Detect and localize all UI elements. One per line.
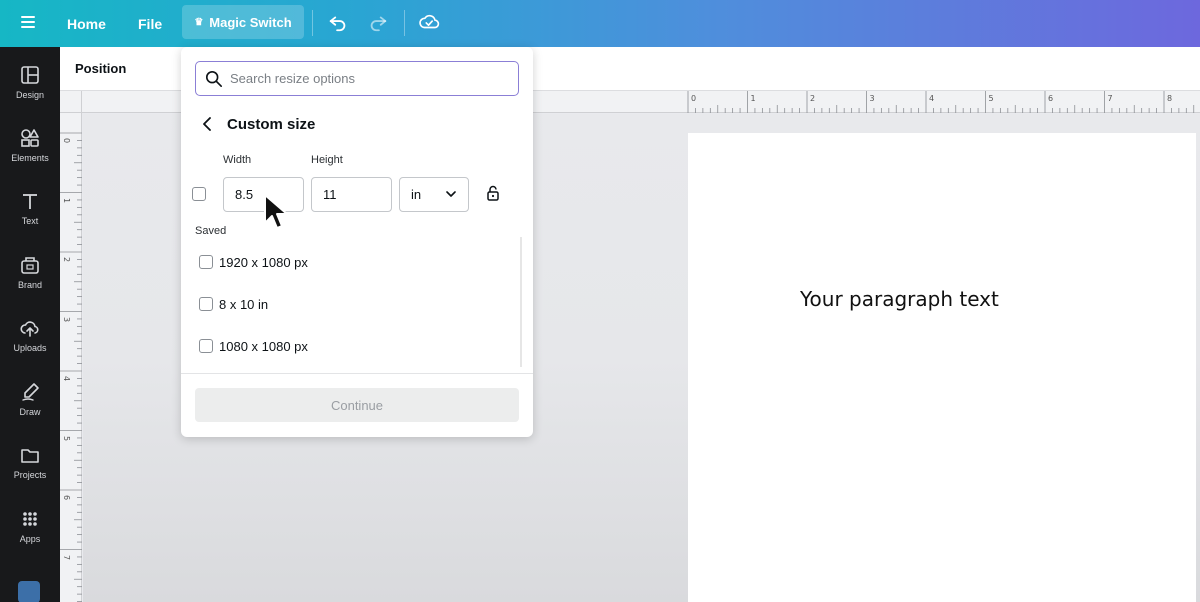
sidebar-item-label: Projects [13, 470, 47, 480]
brand-icon [21, 257, 39, 274]
top-bar: Home File ♛ Magic Switch [0, 0, 1200, 47]
chevron-down-icon [446, 191, 456, 197]
ruler-number: 5 [988, 94, 994, 103]
sidebar-item-apps[interactable]: Apps [0, 505, 60, 555]
menu-icon[interactable] [18, 13, 38, 33]
panel-scrollbar[interactable] [520, 237, 522, 367]
redo-icon[interactable] [367, 11, 389, 33]
search-icon [205, 70, 223, 88]
file-menu-button[interactable]: File [138, 0, 162, 47]
ruler-number: 6 [1048, 94, 1054, 103]
toolbar-divider [404, 10, 405, 36]
apps-grid-icon [23, 512, 37, 526]
paragraph-text[interactable]: Your paragraph text [800, 287, 999, 311]
saved-size-item[interactable]: 1080 x 1080 px [219, 339, 308, 354]
ruler-number: 0 [62, 137, 72, 144]
layers-app-icon[interactable] [18, 581, 40, 602]
left-sidebar: Design Elements Text Brand Uploads Draw … [0, 47, 60, 602]
sidebar-item-brand[interactable]: Brand [0, 251, 60, 301]
folder-icon [21, 449, 39, 463]
saved-checkbox[interactable] [199, 339, 213, 353]
ruler-number: 6 [62, 494, 72, 501]
shapes-icon [21, 129, 39, 147]
sidebar-item-label: Uploads [13, 343, 47, 353]
magic-switch-label: Magic Switch [209, 14, 292, 30]
unit-select[interactable]: in [399, 177, 469, 212]
custom-size-checkbox[interactable] [192, 187, 206, 201]
sidebar-item-text[interactable]: Text [0, 187, 60, 237]
panel-title: Custom size [227, 116, 316, 133]
ruler-number: 4 [62, 375, 72, 382]
ruler-number: 8 [1167, 94, 1173, 103]
saved-size-item[interactable]: 1920 x 1080 px [219, 255, 308, 270]
height-input[interactable]: 11 [311, 177, 392, 212]
ruler-number: 3 [62, 316, 72, 322]
saved-checkbox[interactable] [199, 255, 213, 269]
sidebar-item-projects[interactable]: Projects [0, 441, 60, 491]
upload-cloud-icon [20, 321, 39, 337]
ruler-left-ticks [60, 132, 82, 602]
sidebar-item-label: Brand [17, 280, 43, 290]
sidebar-item-elements[interactable]: Elements [0, 124, 60, 174]
width-label: Width [223, 154, 252, 166]
sidebar-item-draw[interactable]: Draw [0, 378, 60, 428]
sidebar-item-label: Text [21, 216, 39, 226]
undo-icon[interactable] [327, 11, 349, 33]
ruler-number: 5 [62, 435, 72, 441]
resize-panel: Custom size Width Height 8.5 11 in Saved… [181, 47, 533, 437]
search-box[interactable] [195, 61, 519, 96]
magic-switch-button[interactable]: ♛ Magic Switch [182, 5, 304, 39]
ruler-number: 1 [750, 94, 756, 103]
ruler-number: 7 [62, 554, 72, 560]
ruler-number: 2 [62, 256, 72, 263]
sidebar-item-label: Design [15, 90, 44, 100]
ruler-corner [60, 91, 82, 113]
design-page[interactable]: Your paragraph text [688, 133, 1196, 602]
continue-button[interactable]: Continue [195, 388, 519, 422]
crown-icon: ♛ [194, 16, 204, 28]
sidebar-item-label: Draw [19, 407, 41, 417]
home-button[interactable]: Home [67, 0, 106, 47]
ruler-left: 0 1 2 3 4 5 6 7 [60, 113, 82, 602]
mouse-cursor-icon [264, 194, 288, 229]
ruler-number: 4 [929, 94, 935, 103]
text-icon [23, 194, 37, 209]
unit-value: in [411, 187, 422, 202]
ruler-number: 0 [691, 94, 697, 103]
unlock-icon[interactable] [486, 185, 500, 201]
ruler-number: 3 [869, 94, 875, 103]
sidebar-item-label: Elements [11, 153, 49, 163]
cloud-saved-icon[interactable] [418, 11, 440, 33]
ruler-number: 7 [1107, 94, 1113, 103]
saved-label: Saved [195, 225, 227, 237]
back-arrow-icon[interactable] [199, 114, 215, 134]
layout-icon [21, 66, 39, 84]
panel-divider [181, 373, 533, 374]
toolbar-divider [312, 10, 313, 36]
height-label: Height [311, 154, 343, 166]
saved-checkbox[interactable] [199, 297, 213, 311]
sidebar-item-label: Apps [19, 534, 41, 544]
position-button[interactable]: Position [75, 61, 126, 76]
sidebar-item-design[interactable]: Design [0, 61, 60, 111]
search-input[interactable] [230, 68, 510, 88]
ruler-number: 2 [810, 94, 816, 103]
ruler-number: 1 [62, 197, 72, 203]
saved-size-item[interactable]: 8 x 10 in [219, 297, 268, 312]
pen-icon [22, 383, 39, 401]
sidebar-item-uploads[interactable]: Uploads [0, 314, 60, 364]
